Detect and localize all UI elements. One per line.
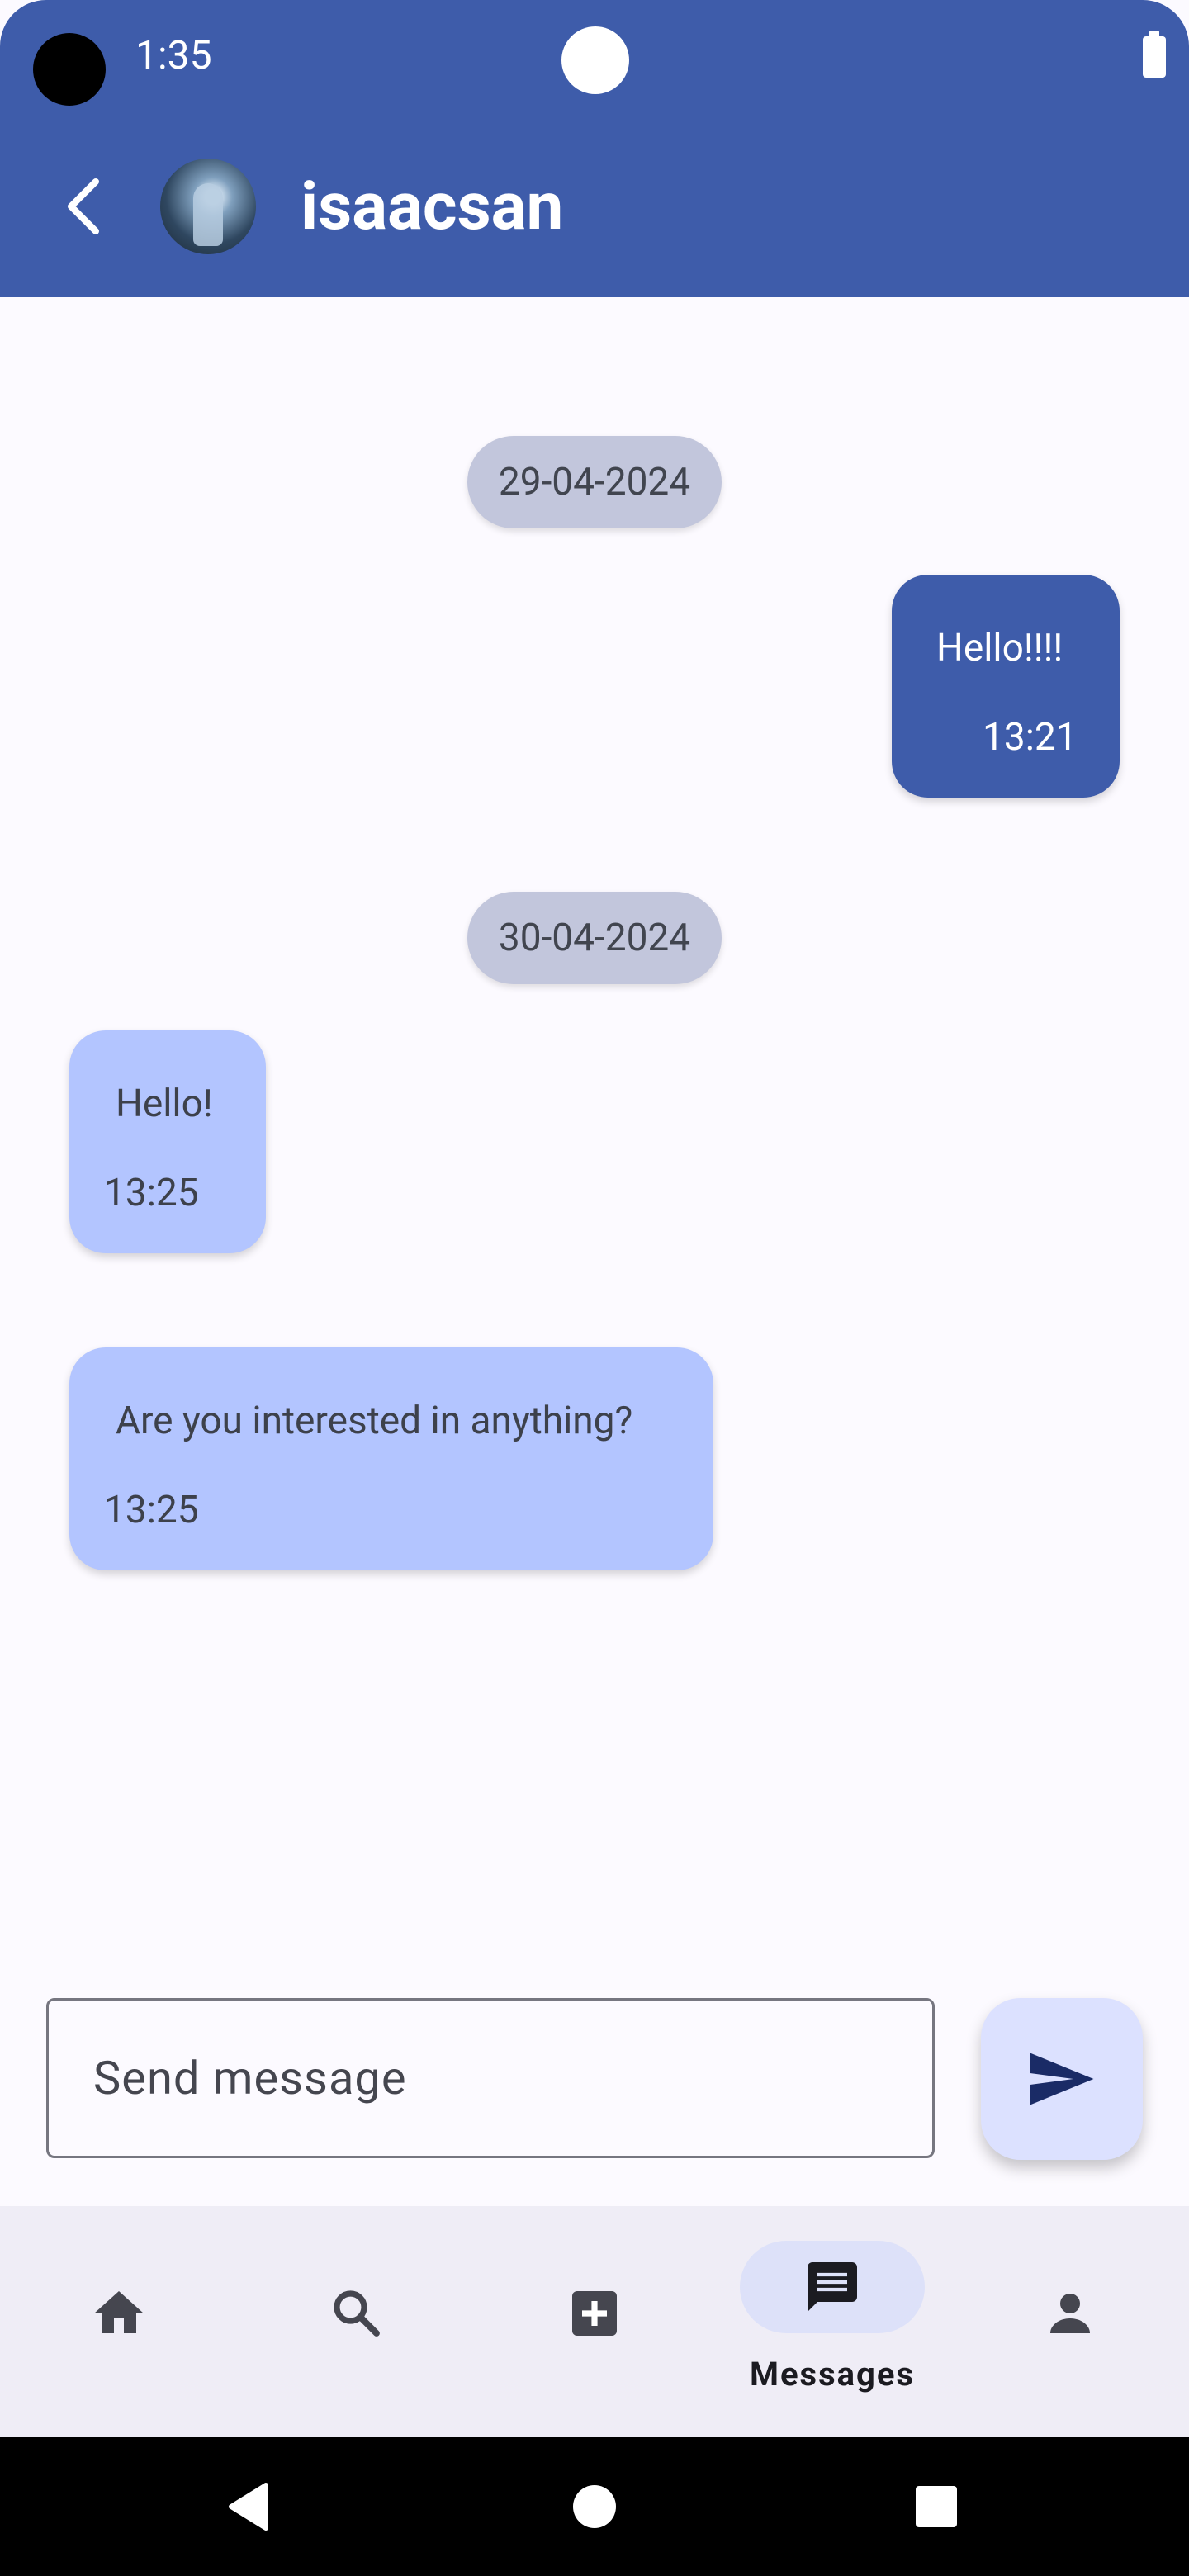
circle-home-icon: [573, 2485, 616, 2528]
message-input[interactable]: [49, 2001, 932, 2156]
nav-add[interactable]: [476, 2206, 713, 2437]
message-input-field[interactable]: [46, 1998, 935, 2158]
send-icon: [1030, 2053, 1094, 2105]
received-message[interactable]: Hello! 13:25: [69, 1030, 266, 1253]
date-separator: 30-04-2024: [467, 892, 722, 984]
search-icon: [334, 2290, 380, 2337]
nav-search[interactable]: [238, 2206, 476, 2437]
nav-profile[interactable]: [951, 2206, 1189, 2437]
system-navigation-bar: [0, 2437, 1189, 2576]
date-label: 30-04-2024: [498, 916, 691, 960]
message-text: Hello!: [116, 1082, 213, 1126]
message-time: 13:25: [104, 1171, 199, 1215]
message-icon: [808, 2262, 857, 2312]
add-box-icon: [572, 2291, 617, 2336]
avatar[interactable]: [160, 159, 256, 254]
message-text: Hello!!!!: [936, 626, 1063, 670]
front-camera: [33, 33, 106, 106]
back-button[interactable]: [50, 165, 116, 248]
system-back-button[interactable]: [198, 2437, 297, 2576]
date-label: 29-04-2024: [498, 460, 691, 504]
sent-message[interactable]: Hello!!!! 13:21: [892, 575, 1120, 798]
nav-home[interactable]: [0, 2206, 238, 2437]
message-time: 13:21: [983, 715, 1078, 760]
system-home-button[interactable]: [545, 2437, 644, 2576]
notification-dot-icon: [561, 26, 629, 94]
chevron-left-icon: [68, 178, 99, 234]
nav-label: Messages: [749, 2355, 916, 2394]
status-time: 1:35: [135, 31, 212, 78]
person-icon: [1050, 2294, 1090, 2333]
battery-icon: [1143, 31, 1166, 78]
chat-title[interactable]: isaacsan: [301, 162, 563, 251]
message-text: Are you interested in anything?: [116, 1399, 633, 1443]
message-time: 13:25: [104, 1488, 199, 1532]
system-recents-button[interactable]: [887, 2437, 986, 2576]
bottom-navigation: Messages: [0, 2206, 1189, 2437]
send-button[interactable]: [981, 1998, 1143, 2160]
date-separator: 29-04-2024: [467, 436, 722, 528]
app-bar: 1:35 isaacsan: [0, 0, 1189, 297]
triangle-back-icon: [229, 2483, 268, 2531]
received-message[interactable]: Are you interested in anything? 13:25: [69, 1347, 713, 1570]
home-icon: [94, 2291, 144, 2333]
square-recents-icon: [916, 2486, 957, 2527]
nav-messages[interactable]: Messages: [713, 2206, 951, 2437]
